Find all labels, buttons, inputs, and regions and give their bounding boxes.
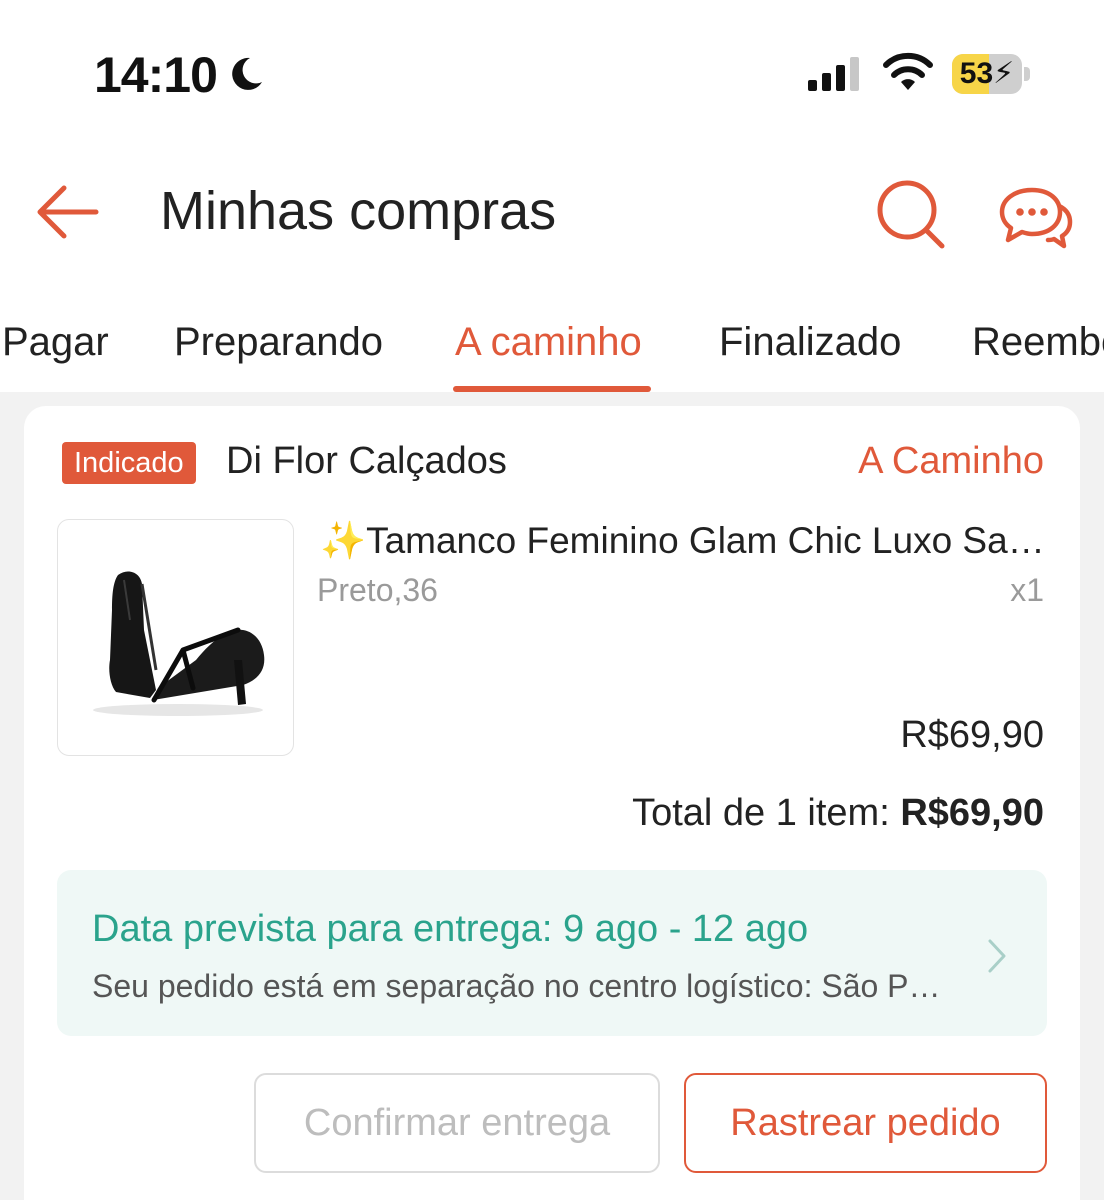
arrow-left-icon — [37, 185, 99, 239]
order-total: Total de 1 item: R$69,90 — [632, 792, 1044, 835]
battery-tip — [1024, 67, 1030, 81]
product-quantity: x1 — [1010, 572, 1044, 608]
order-status-tabs: Pagar Preparando A caminho Finalizado Re… — [0, 312, 1104, 392]
tab-finalizado[interactable]: Finalizado — [719, 320, 901, 365]
track-order-button[interactable]: Rastrear pedido — [684, 1073, 1047, 1173]
status-time: 14:10 — [94, 47, 218, 103]
product-name[interactable]: ✨Tamanco Feminino Glam Chic Luxo Salto B… — [320, 520, 1046, 563]
order-total-label: Total de 1 item: — [632, 792, 890, 834]
order-total-value: R$69,90 — [900, 792, 1044, 834]
battery-indicator: 53⚡ — [952, 54, 1032, 94]
battery-body: 53⚡ — [952, 54, 1022, 94]
product-variant: Preto,36 — [317, 572, 438, 608]
search-button[interactable] — [874, 178, 948, 252]
battery-percent: 53⚡ — [959, 57, 1015, 90]
delivery-estimate: Data prevista para entrega: 9 ago - 12 a… — [92, 908, 809, 950]
search-icon — [877, 180, 945, 249]
page-title: Minhas compras — [160, 181, 557, 241]
tab-pagar[interactable]: Pagar — [2, 320, 109, 365]
tab-preparando[interactable]: Preparando — [174, 320, 383, 365]
sandal-image — [93, 571, 265, 716]
active-tab-indicator — [453, 386, 651, 392]
order-card[interactable]: Indicado Di Flor Calçados A Caminho ✨Tam… — [24, 406, 1080, 1200]
confirm-delivery-button[interactable]: Confirmar entrega — [254, 1073, 660, 1173]
shop-name[interactable]: Di Flor Calçados — [226, 440, 507, 483]
seller-badge: Indicado — [62, 442, 196, 484]
delivery-status-text: Seu pedido está em separação no centro l… — [92, 968, 942, 1004]
chevron-right-icon — [988, 939, 1006, 973]
chat-button[interactable] — [998, 184, 1074, 250]
moon-icon — [232, 57, 262, 90]
product-image[interactable] — [57, 519, 294, 756]
wifi-icon — [883, 52, 933, 90]
delivery-info-panel[interactable]: Data prevista para entrega: 9 ago - 12 a… — [57, 870, 1047, 1036]
screen: 14:10 53⚡ Minhas compras Pagar Preparand… — [0, 0, 1104, 1200]
order-status: A Caminho — [858, 440, 1044, 482]
tab-a-caminho[interactable]: A caminho — [455, 320, 642, 365]
back-button[interactable] — [34, 180, 104, 244]
cellular-signal-icon — [808, 57, 859, 91]
product-price: R$69,90 — [900, 714, 1044, 756]
tab-reembolso[interactable]: Reembolso — [972, 320, 1104, 365]
chat-bubbles-icon — [999, 187, 1073, 249]
